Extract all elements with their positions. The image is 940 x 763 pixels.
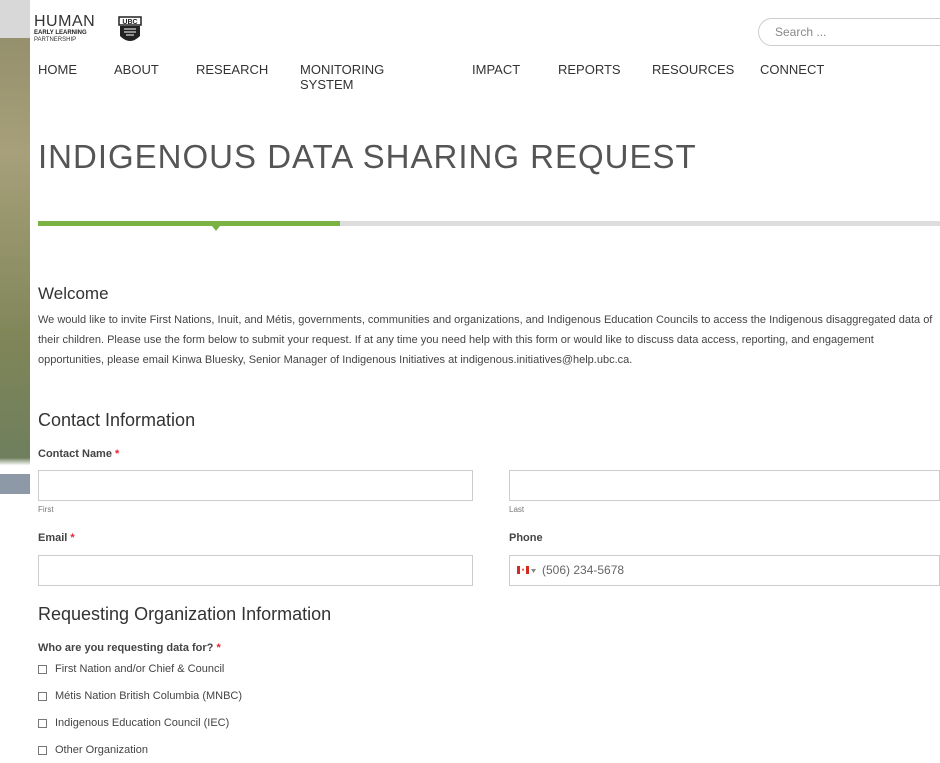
logo-line-3: PARTNERSHIP: [34, 37, 77, 43]
nav-research[interactable]: RESEARCH: [196, 62, 268, 77]
phone-label: Phone: [509, 532, 543, 544]
option-iec[interactable]: Indigenous Education Council (IEC): [38, 717, 229, 729]
contact-heading: Contact Information: [38, 410, 196, 430]
svg-text:UBC: UBC: [122, 19, 137, 26]
email-field[interactable]: [38, 555, 473, 586]
checkbox[interactable]: [38, 745, 47, 755]
nav-resources[interactable]: RESOURCES: [652, 62, 734, 77]
option-label: Indigenous Education Council (IEC): [55, 717, 230, 729]
welcome-heading: Welcome: [38, 284, 109, 303]
last-name-sublabel: Last: [509, 505, 525, 514]
checkbox[interactable]: [38, 691, 47, 701]
checkbox[interactable]: [38, 664, 47, 674]
checkbox[interactable]: [38, 718, 47, 728]
chevron-down-icon[interactable]: [531, 569, 536, 573]
background-top-strip: [0, 0, 30, 38]
progress-fill: [38, 221, 340, 226]
background-band: [0, 474, 30, 494]
phone-placeholder: (506) 234-5678: [542, 563, 625, 577]
option-other[interactable]: Other Organization: [38, 744, 148, 756]
required-mark: *: [70, 532, 75, 544]
option-label: First Nation and/or Chief & Council: [55, 663, 225, 675]
option-mnbc[interactable]: Métis Nation British Columbia (MNBC): [38, 690, 242, 702]
progress-caret-icon: [212, 226, 220, 231]
nav-reports[interactable]: REPORTS: [558, 62, 621, 77]
requesting-for-label: Who are you requesting data for? *: [38, 642, 221, 654]
logo-line-1: HUMAN: [34, 13, 96, 30]
hélp-logo[interactable]: HUMAN EARLY LEARNING PARTNERSHIP: [34, 14, 95, 44]
email-label: Email *: [38, 532, 75, 544]
page-title: INDIGENOUS DATA SHARING REQUEST: [38, 138, 697, 175]
required-mark: *: [216, 642, 221, 654]
page-panel: HUMAN EARLY LEARNING PARTNERSHIP UBC Sea…: [30, 10, 940, 763]
first-name-input[interactable]: [38, 470, 473, 501]
required-mark: *: [115, 448, 120, 460]
option-first-nation[interactable]: First Nation and/or Chief & Council: [38, 663, 224, 675]
welcome-text: We would like to invite First Nations, I…: [38, 314, 933, 366]
logo-line-2: EARLY LEARNING: [34, 30, 87, 36]
nav-connect[interactable]: CONNECT: [760, 62, 824, 77]
nav-monitoring-system[interactable]: MONITORING SYSTEM: [300, 62, 384, 92]
option-label: Other Organization: [55, 744, 148, 756]
option-label: Métis Nation British Columbia (MNBC): [55, 690, 243, 702]
email-label-text: Email: [38, 532, 68, 544]
background-lower: [0, 494, 30, 763]
ubc-crest-icon[interactable]: UBC: [118, 16, 142, 46]
nav-about[interactable]: ABOUT: [114, 62, 159, 77]
search-input[interactable]: Search ...: [758, 18, 940, 46]
requesting-for-label-text: Who are you requesting data for?: [38, 642, 214, 654]
contact-name-label-text: Contact Name: [38, 448, 112, 460]
nav-impact[interactable]: IMPACT: [472, 62, 520, 77]
first-name-sublabel: First: [38, 505, 54, 514]
contact-name-label: Contact Name *: [38, 448, 119, 460]
organization-heading: Requesting Organization Information: [38, 604, 332, 624]
last-name-input[interactable]: [509, 470, 940, 501]
canada-flag-icon[interactable]: [517, 566, 529, 574]
site-header: HUMAN EARLY LEARNING PARTNERSHIP UBC Sea…: [30, 10, 940, 92]
nav-home[interactable]: HOME: [38, 62, 77, 77]
